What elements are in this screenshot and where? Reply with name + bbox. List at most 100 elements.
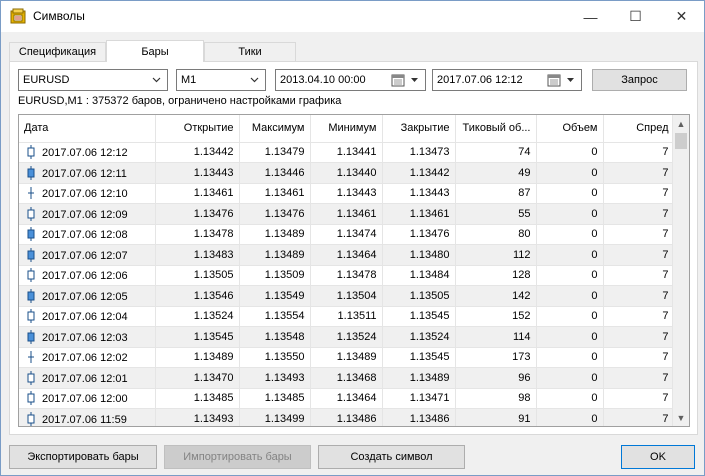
tab-bars[interactable]: Бары [106, 40, 204, 62]
ok-button[interactable]: OK [621, 445, 695, 469]
import-bars-button[interactable]: Импортировать бары [164, 445, 311, 469]
cell-value: 2017.07.06 12:01 [42, 372, 128, 385]
cell-value: 1.13461 [193, 187, 234, 200]
column-header-high[interactable]: Максимум [239, 115, 311, 143]
cell-value: 1.13545 [409, 310, 450, 323]
cell-value: 7 [662, 330, 669, 343]
export-bars-button[interactable]: Экспортировать бары [9, 445, 157, 469]
table-row[interactable]: 2017.07.06 12:02 1.13489 1.13550 1.13489 1.1… [19, 347, 675, 368]
chevron-down-icon[interactable] [566, 75, 575, 84]
close-button[interactable]: ✕ [659, 1, 704, 32]
table-cell-high: 1.13499 [239, 408, 311, 426]
table-row[interactable]: 2017.07.06 12:00 1.13485 1.13485 1.13464 1.1… [19, 388, 675, 409]
cell-value: 7 [662, 146, 669, 159]
cell-value: 1.13489 [264, 248, 305, 261]
chevron-down-icon [250, 77, 259, 83]
cell-value: 0 [591, 392, 598, 405]
cell-value: 7 [662, 371, 669, 384]
cell-value: 1.13545 [409, 351, 450, 364]
table-cell-high: 1.13485 [239, 388, 311, 409]
cell-value: 142 [512, 289, 531, 302]
table-cell-tick-volume: 114 [455, 326, 537, 348]
cell-value: 1.13476 [409, 228, 450, 241]
cell-value: 1.13485 [193, 392, 234, 405]
table-cell-date: 2017.07.06 12:08 [19, 224, 156, 245]
table-cell-tick-volume: 74 [455, 142, 537, 163]
table-row[interactable]: 2017.07.06 12:10 1.13461 1.13461 1.13443 1.1… [19, 183, 675, 204]
table-cell-date: 2017.07.06 12:00 [19, 388, 156, 409]
table-row[interactable]: 2017.07.06 11:59 1.13493 1.13499 1.13486 1.1… [19, 408, 675, 426]
cell-value: 2017.07.06 12:00 [42, 393, 128, 406]
cell-value: 1.13443 [409, 187, 450, 200]
table-cell-low: 1.13461 [310, 203, 383, 225]
column-header-spread[interactable]: Спред [603, 115, 675, 143]
bearish-candle-icon [27, 165, 35, 180]
column-header-open[interactable]: Открытие [155, 115, 240, 143]
bars-table[interactable]: Дата Открытие Максимум Минимум Закрытие … [18, 114, 690, 427]
calendar-icon[interactable] [547, 73, 561, 87]
minimize-button[interactable]: — [568, 1, 613, 32]
table-cell-low: 1.13468 [310, 367, 383, 389]
table-row[interactable]: 2017.07.06 12:06 1.13505 1.13509 1.13478 1.1… [19, 265, 675, 286]
table-cell-open: 1.13545 [155, 326, 240, 348]
cell-value: 80 [518, 228, 531, 241]
cell-value: 1.13476 [264, 207, 305, 220]
table-cell-tick-volume: 80 [455, 224, 537, 245]
table-row[interactable]: 2017.07.06 12:03 1.13545 1.13548 1.13524 1.1… [19, 326, 675, 348]
create-symbol-button[interactable]: Создать символ [318, 445, 465, 469]
tab-ticks[interactable]: Тики [204, 42, 296, 61]
scrollbar-thumb[interactable] [675, 133, 687, 149]
column-header-date[interactable]: Дата [19, 115, 156, 143]
table-cell-spread: 7 [603, 367, 675, 389]
table-row[interactable]: 2017.07.06 12:12 1.13442 1.13479 1.13441 1.1… [19, 142, 675, 163]
table-cell-low: 1.13474 [310, 224, 383, 245]
cell-value: 1.13499 [264, 412, 305, 425]
table-cell-high: 1.13489 [239, 224, 311, 245]
date-from-picker[interactable]: 2013.04.10 00:00 [275, 69, 426, 91]
table-cell-tick-volume: 91 [455, 408, 537, 426]
table-row[interactable]: 2017.07.06 12:04 1.13524 1.13554 1.13511 1.1… [19, 306, 675, 327]
cell-value: 7 [662, 351, 669, 364]
cell-value: 1.13548 [264, 330, 305, 343]
table-cell-spread: 7 [603, 388, 675, 409]
column-header-close[interactable]: Закрытие [382, 115, 456, 143]
table-cell-low: 1.13464 [310, 388, 383, 409]
timeframe-select-value: M1 [181, 74, 197, 86]
symbol-select[interactable]: EURUSD [18, 69, 168, 91]
calendar-icon[interactable] [391, 73, 405, 87]
table-cell-open: 1.13524 [155, 306, 240, 327]
scroll-up-icon[interactable]: ▲ [673, 115, 689, 132]
timeframe-select[interactable]: M1 [176, 69, 266, 91]
table-row[interactable]: 2017.07.06 12:07 1.13483 1.13489 1.13464 1.1… [19, 244, 675, 266]
maximize-button[interactable]: ☐ [613, 1, 658, 32]
table-cell-high: 1.13489 [239, 244, 311, 266]
scroll-down-icon[interactable]: ▼ [673, 409, 689, 426]
column-header-low[interactable]: Минимум [310, 115, 383, 143]
cell-value: 128 [512, 269, 531, 282]
table-cell-open: 1.13546 [155, 285, 240, 307]
cell-value: 1.13443 [193, 166, 234, 179]
cell-value: 1.13489 [336, 351, 377, 364]
date-to-value: 2017.07.06 12:12 [437, 74, 523, 86]
table-row[interactable]: 2017.07.06 12:08 1.13478 1.13489 1.13474 1.1… [19, 224, 675, 245]
tab-specification[interactable]: Спецификация [9, 42, 106, 61]
table-row[interactable]: 2017.07.06 12:01 1.13470 1.13493 1.13468 1.1… [19, 367, 675, 389]
table-row[interactable]: 2017.07.06 12:11 1.13443 1.13446 1.13440 1.1… [19, 162, 675, 184]
table-cell-tick-volume: 96 [455, 367, 537, 389]
cell-value: 98 [518, 392, 531, 405]
table-vertical-scrollbar[interactable]: ▲ ▼ [672, 115, 689, 426]
column-header-volume[interactable]: Объем [536, 115, 604, 143]
request-button[interactable]: Запрос [592, 69, 687, 91]
chevron-down-icon[interactable] [410, 75, 419, 84]
date-to-picker[interactable]: 2017.07.06 12:12 [432, 69, 582, 91]
column-header-tick-volume[interactable]: Тиковый об... [455, 115, 537, 143]
cell-value: 1.13442 [409, 166, 450, 179]
bullish-candle-icon [27, 411, 35, 426]
cell-value: 1.13461 [336, 207, 377, 220]
table-row[interactable]: 2017.07.06 12:09 1.13476 1.13476 1.13461 1.1… [19, 203, 675, 225]
cell-value: 1.13443 [336, 187, 377, 200]
table-row[interactable]: 2017.07.06 12:05 1.13546 1.13549 1.13504 1.1… [19, 285, 675, 307]
bullish-candle-icon [27, 309, 35, 324]
table-cell-volume: 0 [536, 367, 604, 389]
cell-value: 0 [591, 289, 598, 302]
